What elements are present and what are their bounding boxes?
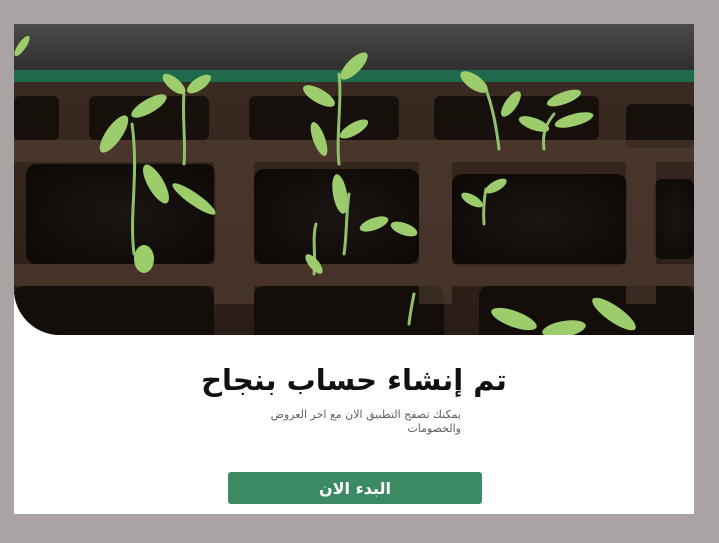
hero-image [14, 24, 694, 335]
page-title: تم إنشاء حساب بنجاح [201, 363, 507, 397]
subtitle-text: يمكنك تصفح التطبيق الان مع اخر العروض وا… [270, 408, 461, 435]
success-card: تم إنشاء حساب بنجاح يمكنك تصفح التطبيق ا… [14, 24, 694, 514]
seedlings-illustration [14, 24, 694, 335]
start-now-button[interactable]: البدء الان [228, 472, 482, 504]
